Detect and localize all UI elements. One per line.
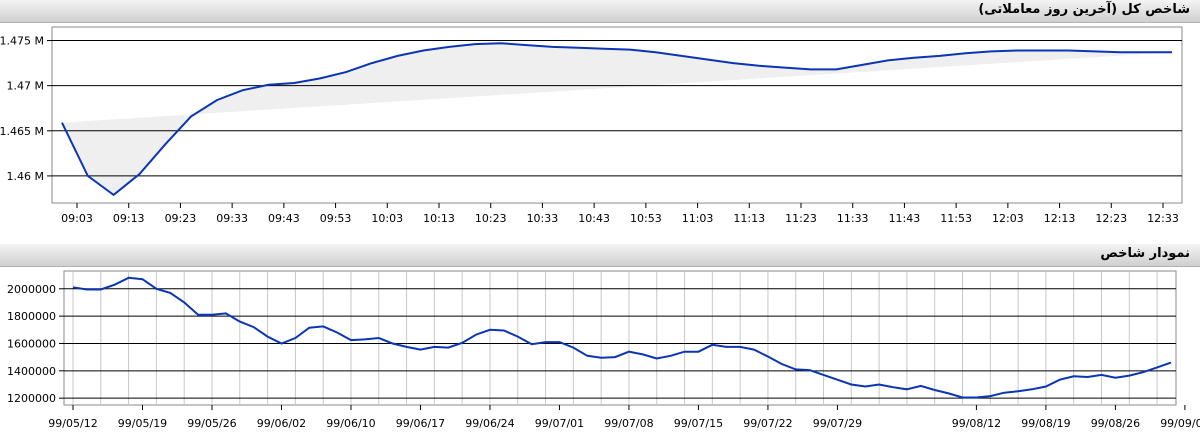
x-tick-label: 99/07/08 bbox=[604, 417, 653, 430]
y-tick-label: 1200000 bbox=[7, 392, 56, 405]
y-tick-label: 1400000 bbox=[7, 365, 56, 378]
x-tick-label: 09:13 bbox=[113, 212, 145, 225]
history-panel-title: نمودار شاخص bbox=[1100, 246, 1190, 261]
x-tick-label: 12:23 bbox=[1095, 212, 1127, 225]
x-tick-label: 12:03 bbox=[992, 212, 1024, 225]
x-tick-label: 11:23 bbox=[785, 212, 817, 225]
x-tick-label: 09:43 bbox=[268, 212, 300, 225]
x-tick-label: 99/07/22 bbox=[743, 417, 792, 430]
y-tick-label: 1600000 bbox=[7, 337, 56, 350]
x-tick-label: 99/06/24 bbox=[465, 417, 514, 430]
x-tick-label: 11:53 bbox=[940, 212, 972, 225]
x-tick-label: 10:23 bbox=[475, 212, 507, 225]
history-panel: نمودار شاخص 1200000 1400000 1600000 1800000… bbox=[0, 244, 1200, 439]
x-tick-label: 11:33 bbox=[837, 212, 869, 225]
y-tick-label: 2000000 bbox=[7, 283, 56, 296]
x-tick-label: 09:23 bbox=[165, 212, 197, 225]
x-tick-label: 99/05/19 bbox=[118, 417, 167, 430]
intraday-panel-title: شاخص کل (آخرین روز معاملاتی) bbox=[978, 2, 1190, 17]
intraday-panel: شاخص کل (آخرین روز معاملاتی) 1.46 M 1.465… bbox=[0, 0, 1200, 240]
x-tick-label: 99/05/26 bbox=[187, 417, 236, 430]
y-tick-label: 1.47 M bbox=[7, 80, 44, 93]
x-tick-label: 99/06/02 bbox=[257, 417, 306, 430]
x-tick-label: 10:43 bbox=[578, 212, 610, 225]
x-tick-label: 11:13 bbox=[733, 212, 765, 225]
y-tick-label: 1.465 M bbox=[0, 125, 44, 138]
x-tick-label: 09:03 bbox=[61, 212, 93, 225]
x-tick-label: 09:53 bbox=[320, 212, 352, 225]
x-tick-label: 11:43 bbox=[889, 212, 921, 225]
x-tick-label: 99/06/10 bbox=[326, 417, 375, 430]
x-tick-label: 99/09/02 bbox=[1160, 417, 1200, 430]
x-tick-label: 10:13 bbox=[423, 212, 455, 225]
y-tick-label: 1.46 M bbox=[7, 170, 44, 183]
history-panel-header: نمودار شاخص bbox=[0, 244, 1200, 267]
plot-area bbox=[63, 270, 1177, 406]
x-tick-label: 99/07/01 bbox=[535, 417, 584, 430]
history-chart: 1200000 1400000 1600000 1800000 2000000 99/05… bbox=[7, 270, 1200, 430]
x-tick-label: 99/08/26 bbox=[1091, 417, 1140, 430]
y-tick-label: 1.475 M bbox=[0, 35, 44, 48]
x-tick-label: 12:33 bbox=[1147, 212, 1179, 225]
x-tick-label: 99/07/29 bbox=[813, 417, 862, 430]
x-tick-label: 99/06/17 bbox=[396, 417, 445, 430]
x-tick-label: 99/08/19 bbox=[1021, 417, 1070, 430]
x-tick-label: 99/07/15 bbox=[674, 417, 723, 430]
x-tick-label: 10:53 bbox=[630, 212, 662, 225]
x-tick-label: 10:33 bbox=[527, 212, 559, 225]
intraday-chart: 1.46 M 1.465 M 1.47 M 1.475 M 09:03 09:13 09:2… bbox=[0, 26, 1183, 225]
x-tick-label: 99/08/12 bbox=[952, 417, 1001, 430]
x-tick-label: 10:03 bbox=[371, 212, 403, 225]
x-tick-label: 09:33 bbox=[216, 212, 248, 225]
x-tick-label: 11:03 bbox=[682, 212, 714, 225]
x-tick-label: 99/05/12 bbox=[48, 417, 97, 430]
x-tick-label: 12:13 bbox=[1044, 212, 1076, 225]
intraday-panel-header: شاخص کل (آخرین روز معاملاتی) bbox=[0, 0, 1200, 23]
y-tick-label: 1800000 bbox=[7, 310, 56, 323]
